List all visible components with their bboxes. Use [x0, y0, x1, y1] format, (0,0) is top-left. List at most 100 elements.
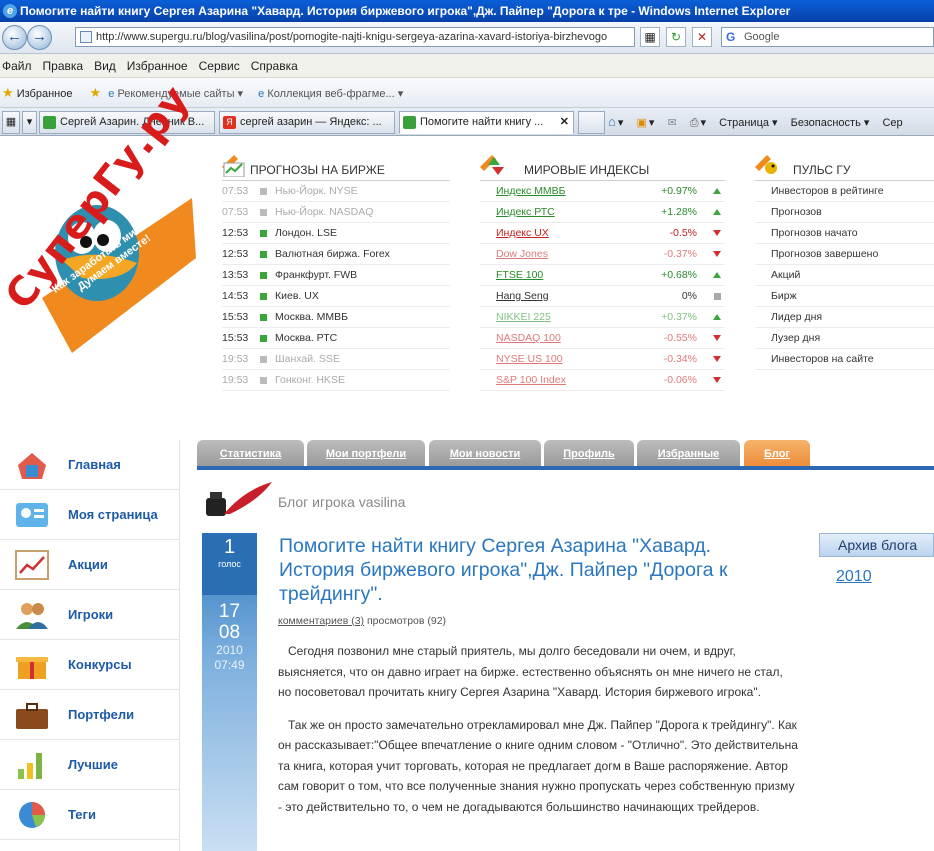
- index-name-link[interactable]: Индекс UX: [496, 223, 549, 244]
- compat-view-icon[interactable]: ▦: [640, 27, 660, 47]
- tab-my-portfolios[interactable]: Мои портфели: [307, 440, 425, 468]
- index-change: 0%: [681, 290, 697, 302]
- nav-players[interactable]: Игроки: [0, 590, 179, 640]
- post-day: 17: [218, 601, 241, 622]
- forecast-time: 07:53: [222, 185, 249, 197]
- mail-icon[interactable]: ✉: [667, 117, 676, 129]
- arrow-down-icon: [713, 251, 721, 257]
- nav-best[interactable]: Лучшие: [0, 740, 179, 790]
- index-name-link[interactable]: Hang Seng: [496, 286, 549, 307]
- comments-link[interactable]: комментариев (3): [278, 615, 364, 627]
- refresh-icon[interactable]: ↻: [666, 27, 686, 47]
- forecast-row[interactable]: 15:53 Москва. РТС: [222, 328, 450, 349]
- safety-menu[interactable]: Безопасность ▾: [791, 117, 870, 129]
- pulse-header: ПУЛЬС ГУ: [755, 153, 934, 181]
- pulse-row: Прогнозов начато: [755, 223, 934, 244]
- search-placeholder: Google: [744, 31, 780, 43]
- post-paragraph: Сегодня позвонил мне старый приятель, мы…: [278, 644, 783, 699]
- add-favorite-icon[interactable]: ★: [90, 85, 102, 100]
- index-row: NIKKEI 225 +0.37%: [480, 307, 725, 328]
- menu-edit[interactable]: Правка: [41, 54, 93, 78]
- tab-favorites[interactable]: Избранные: [637, 440, 740, 468]
- post-date: 17 08 2010 07:49: [202, 601, 257, 673]
- vote-count: 1: [223, 536, 236, 558]
- forecast-market: Валютная биржа. Forex: [275, 248, 390, 260]
- service-menu[interactable]: Сер: [882, 117, 902, 129]
- forecast-row[interactable]: 07:53 Нью-Йорк. NASDAQ: [222, 202, 450, 223]
- nav-tags[interactable]: Теги: [0, 790, 179, 840]
- arrow-up-icon: [713, 314, 721, 320]
- back-button[interactable]: ←: [2, 25, 27, 50]
- index-name-link[interactable]: S&P 100 Index: [496, 370, 566, 391]
- archive-year-link[interactable]: 2010: [836, 568, 872, 586]
- tab-my-news[interactable]: Мои новости: [429, 440, 541, 468]
- index-name-link[interactable]: FTSE 100: [496, 265, 543, 286]
- index-change: +1.28%: [661, 206, 697, 218]
- tab-current[interactable]: Помогите найти книгу ... ✕: [399, 111, 574, 134]
- rss-icon[interactable]: ▣: [636, 117, 646, 129]
- forecast-row[interactable]: 14:53 Киев. UX: [222, 286, 450, 307]
- fav-link-gallery[interactable]: Коллекция веб-фрагме... ▾: [267, 88, 403, 100]
- print-icon[interactable]: ⎙: [690, 117, 699, 129]
- menu-tools[interactable]: Сервис: [197, 54, 249, 78]
- window-titlebar: e Помогите найти книгу Сергея Азарина "Х…: [0, 0, 934, 22]
- menu-favorites[interactable]: Избранное: [125, 54, 197, 78]
- forward-button[interactable]: →: [27, 25, 52, 50]
- stock-chart-icon: [15, 550, 49, 580]
- menu-file[interactable]: Файл: [0, 54, 41, 78]
- post-meta: комментариев (3) просмотров (92): [278, 615, 446, 627]
- tab-blog[interactable]: Блог: [744, 440, 810, 468]
- search-input[interactable]: G Google: [721, 27, 934, 47]
- index-name-link[interactable]: Индекс ММВБ: [496, 181, 566, 202]
- close-tab-icon[interactable]: ✕: [560, 112, 569, 133]
- index-row: NASDAQ 100 -0.55%: [480, 328, 725, 349]
- nav-portfolios-label: Портфели: [68, 707, 135, 722]
- nav-my-page[interactable]: Моя страница: [0, 490, 179, 540]
- nav-contests[interactable]: Конкурсы: [0, 640, 179, 690]
- pulse-row: Прогнозов: [755, 202, 934, 223]
- forecast-row[interactable]: 19:53 Шанхай. SSE: [222, 349, 450, 370]
- index-name-link[interactable]: Dow Jones: [496, 244, 548, 265]
- new-tab-button[interactable]: [578, 111, 605, 134]
- forecast-row[interactable]: 12:53 Валютная биржа. Forex: [222, 244, 450, 265]
- index-name-link[interactable]: Индекс РТС: [496, 202, 555, 223]
- forecast-market: Нью-Йорк. NASDAQ: [275, 206, 374, 218]
- index-change: -0.5%: [669, 227, 697, 239]
- site-logo[interactable]: СуперГу.ру Как заработать миллион? Думае…: [0, 77, 199, 353]
- stop-icon[interactable]: ✕: [692, 27, 712, 47]
- menu-help[interactable]: Справка: [249, 54, 307, 78]
- forecast-row[interactable]: 12:53 Лондон. LSE: [222, 223, 450, 244]
- tab-yandex[interactable]: Я сергей азарин — Яндекс: ...: [219, 111, 395, 134]
- page-menu[interactable]: Страница ▾: [719, 117, 777, 129]
- nav-home[interactable]: Главная: [0, 440, 179, 490]
- nav-portfolios[interactable]: Портфели: [0, 690, 179, 740]
- index-change: +0.37%: [661, 311, 697, 323]
- tab-profile[interactable]: Профиль: [544, 440, 634, 468]
- flat-square-icon: [714, 293, 721, 300]
- arrow-up-icon: [713, 188, 721, 194]
- indices-icon: [480, 155, 504, 175]
- quick-tabs-icon[interactable]: ▦: [2, 111, 20, 134]
- forecast-row[interactable]: 07:53 Нью-Йорк. NYSE: [222, 181, 450, 202]
- vote-box[interactable]: 1 голос: [202, 533, 257, 595]
- gift-icon: [16, 657, 48, 679]
- post-title[interactable]: Помогите найти книгу Сергея Азарина "Хав…: [279, 534, 779, 606]
- address-bar[interactable]: http://www.supergu.ru/blog/vasilina/post…: [75, 27, 635, 47]
- favorites-button[interactable]: Избранное: [17, 88, 73, 100]
- home-icon[interactable]: ⌂: [608, 114, 616, 129]
- index-row: Dow Jones -0.37%: [480, 244, 725, 265]
- post-body: Сегодня позвонил мне старый приятель, мы…: [278, 641, 798, 829]
- tab-statistics[interactable]: Статистика: [197, 440, 304, 468]
- forecast-row[interactable]: 13:53 Франкфурт. FWB: [222, 265, 450, 286]
- pulse-row: Акций: [755, 265, 934, 286]
- chart-icon: [222, 155, 245, 177]
- forecast-row[interactable]: 15:53 Москва. ММВБ: [222, 307, 450, 328]
- index-name-link[interactable]: NIKKEI 225: [496, 307, 551, 328]
- index-name-link[interactable]: NASDAQ 100: [496, 328, 561, 349]
- forecast-row[interactable]: 19:53 Гонконг. HKSE: [222, 370, 450, 391]
- menu-view[interactable]: Вид: [92, 54, 125, 78]
- arrow-down-icon: [713, 377, 721, 383]
- nav-stocks[interactable]: Акции: [0, 540, 179, 590]
- pulse-row: Инвесторов в рейтинге: [755, 181, 934, 202]
- index-name-link[interactable]: NYSE US 100: [496, 349, 563, 370]
